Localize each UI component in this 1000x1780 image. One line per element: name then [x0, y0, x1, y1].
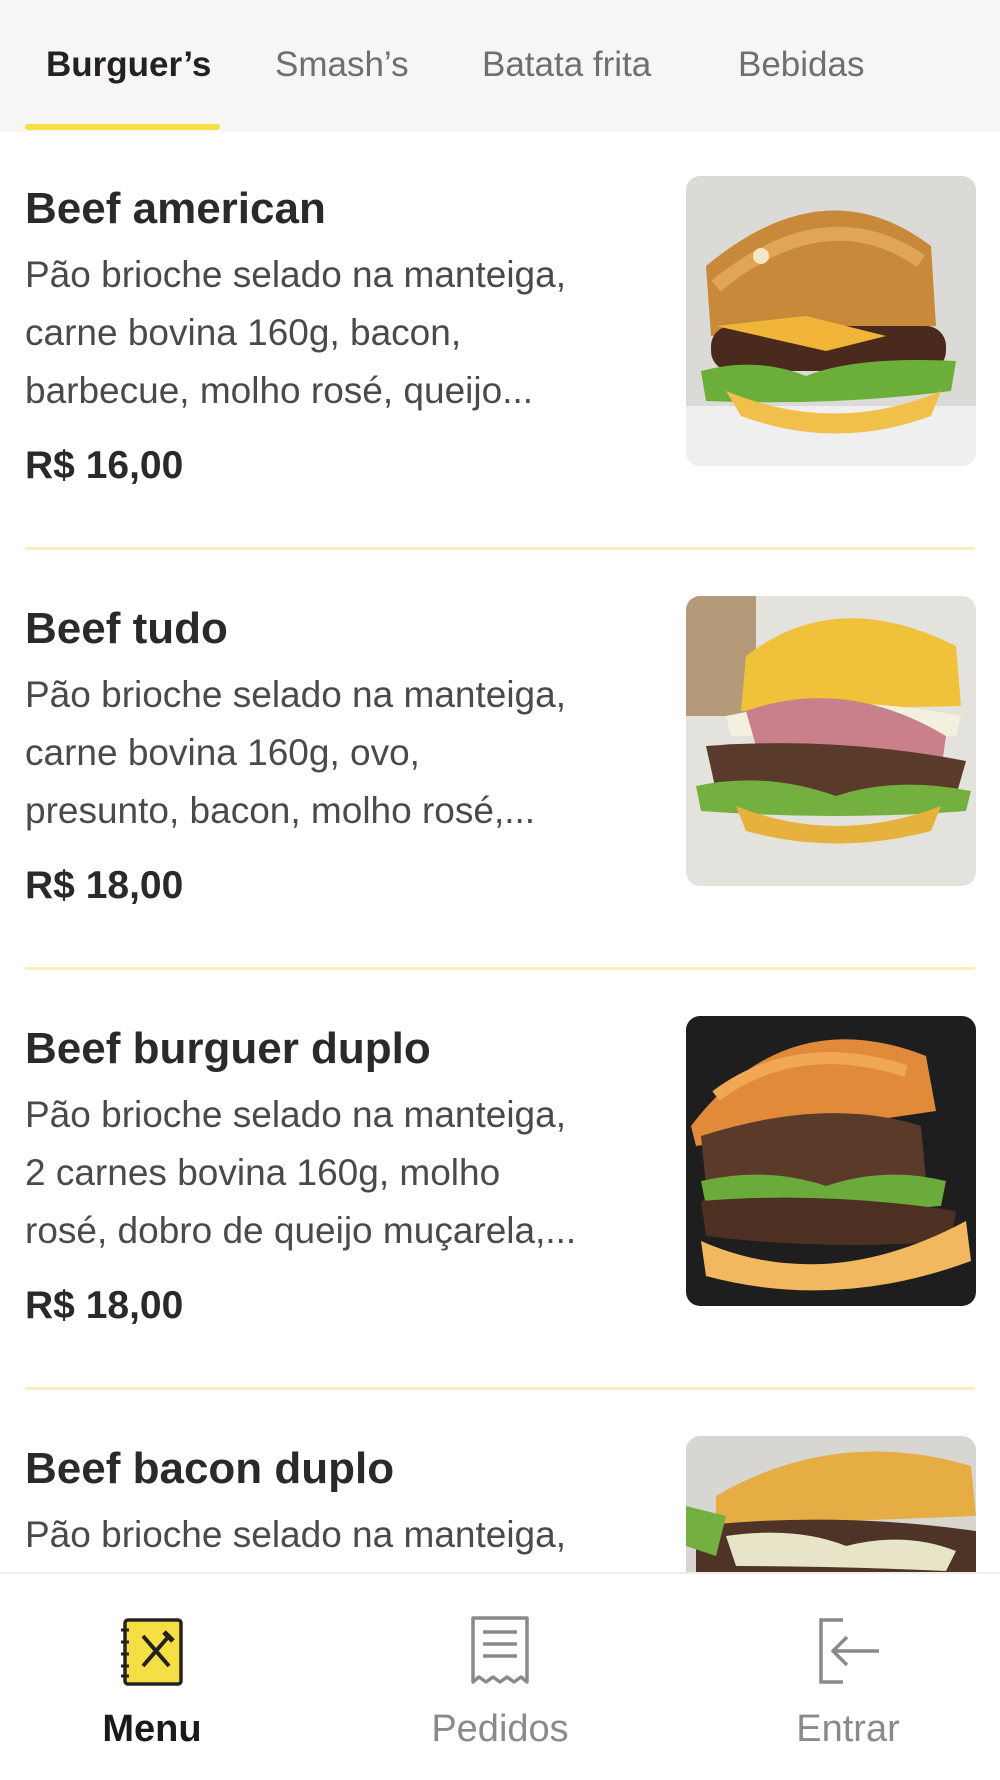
product-price: R$ 16,00 [25, 444, 184, 487]
description-line: barbecue, molho rosé, queijo... [25, 370, 534, 411]
item-divider [25, 967, 975, 970]
description-line: Pão brioche selado na manteiga, [25, 1514, 566, 1555]
product-name: Beef burguer duplo [25, 1024, 431, 1073]
product-card-beef-burguer-duplo[interactable]: Beef burguer duplo Pão brioche selado na… [0, 972, 1000, 1392]
description-line: rosé, dobro de queijo muçarela,... [25, 1210, 577, 1251]
bottom-navigation: Menu Pedidos Entrar [0, 1572, 1000, 1780]
login-icon [813, 1614, 883, 1689]
product-name: Beef bacon duplo [25, 1444, 395, 1493]
product-price: R$ 18,00 [25, 1284, 184, 1327]
product-description: Pão brioche selado na manteiga, 2 carnes… [25, 1086, 650, 1260]
product-photo [686, 176, 976, 466]
description-line: carne bovina 160g, ovo, [25, 732, 420, 773]
item-divider [25, 1387, 975, 1390]
description-line: presunto, bacon, molho rosé,... [25, 790, 536, 831]
nav-label: Pedidos [431, 1708, 569, 1750]
product-description: Pão brioche selado na manteiga, [25, 1506, 650, 1564]
nav-label: Entrar [796, 1708, 900, 1750]
active-tab-indicator [25, 124, 220, 130]
receipt-icon [465, 1614, 535, 1689]
product-photo [686, 1436, 976, 1572]
description-line: 2 carnes bovina 160g, molho [25, 1152, 501, 1193]
description-line: Pão brioche selado na manteiga, [25, 254, 566, 295]
product-price: R$ 18,00 [25, 864, 184, 907]
tab-bebidas[interactable]: Bebidas [738, 40, 864, 90]
product-card-beef-tudo[interactable]: Beef tudo Pão brioche selado na manteiga… [0, 552, 1000, 972]
product-name: Beef american [25, 184, 326, 233]
product-list: Beef american Pão brioche selado na mant… [0, 132, 1000, 1572]
description-line: carne bovina 160g, bacon, [25, 312, 462, 353]
product-card-beef-bacon-duplo[interactable]: Beef bacon duplo Pão brioche selado na m… [0, 1392, 1000, 1572]
product-photo [686, 1016, 976, 1306]
menu-book-icon [117, 1614, 187, 1689]
nav-menu[interactable]: Menu [52, 1614, 252, 1754]
product-name: Beef tudo [25, 604, 228, 653]
product-card-beef-american[interactable]: Beef american Pão brioche selado na mant… [0, 132, 1000, 552]
tab-burguers[interactable]: Burguer’s [46, 40, 211, 90]
product-description: Pão brioche selado na manteiga, carne bo… [25, 666, 650, 840]
product-description: Pão brioche selado na manteiga, carne bo… [25, 246, 650, 420]
tab-batata-frita[interactable]: Batata frita [482, 40, 651, 90]
description-line: Pão brioche selado na manteiga, [25, 1094, 566, 1135]
product-photo [686, 596, 976, 886]
tab-smashs[interactable]: Smash’s [275, 40, 409, 90]
item-divider [25, 547, 975, 550]
nav-entrar[interactable]: Entrar [748, 1614, 948, 1754]
nav-label: Menu [102, 1708, 202, 1750]
category-tab-bar: Burguer’s Smash’s Batata frita Bebidas [0, 0, 1000, 132]
nav-pedidos[interactable]: Pedidos [400, 1614, 600, 1754]
description-line: Pão brioche selado na manteiga, [25, 674, 566, 715]
